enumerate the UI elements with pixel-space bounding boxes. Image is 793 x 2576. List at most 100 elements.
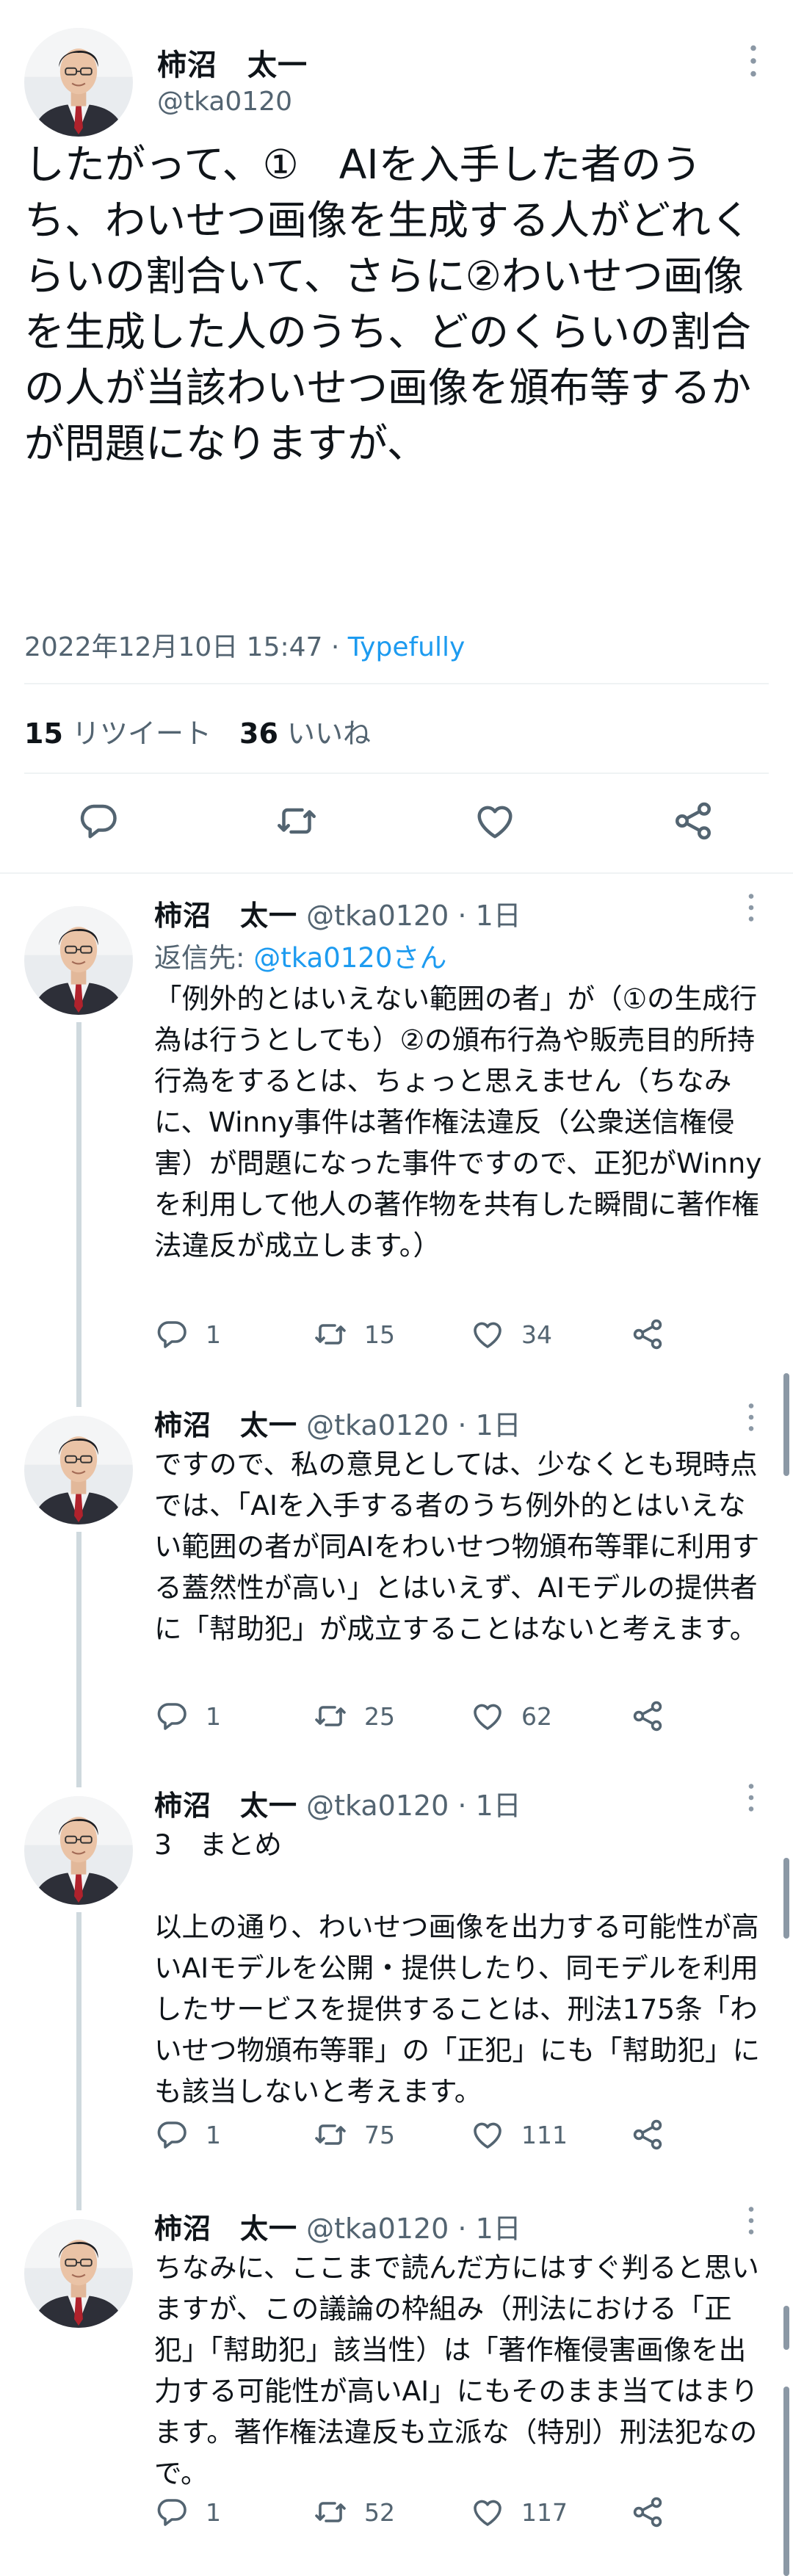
avatar[interactable] bbox=[24, 28, 133, 137]
more-icon[interactable] bbox=[739, 2204, 764, 2237]
reply-tweet[interactable]: 柿沼 太一 @tka0120 · 1日 ですので、私の意見としては、少なくとも現… bbox=[0, 1385, 793, 1765]
retweet-label: リツイート bbox=[71, 717, 211, 750]
reply-tweet[interactable]: 柿沼 太一 @tka0120 · 1日 返信先: @tka0120さん 「例外的… bbox=[0, 875, 793, 1385]
share-icon bbox=[630, 2494, 665, 2530]
reply-icon bbox=[154, 1317, 189, 1352]
author-handle[interactable]: @tka0120 bbox=[306, 1790, 449, 1822]
reply-text: 「例外的とはいえない範囲の者」が（①の生成行為は行うとしても）②の頒布行為や販売… bbox=[154, 983, 762, 1262]
retweet-stat[interactable]: 15 リツイート bbox=[24, 717, 211, 750]
reply-header: 柿沼 太一 @tka0120 · 1日 bbox=[154, 893, 521, 933]
share-icon bbox=[630, 1317, 665, 1352]
reply-button[interactable]: 1 bbox=[154, 1698, 221, 1734]
reply-count: 1 bbox=[206, 1701, 221, 1731]
reply-actions: 1 15 34 bbox=[154, 1316, 764, 1353]
share-button[interactable] bbox=[630, 2494, 665, 2530]
like-icon bbox=[470, 1698, 505, 1734]
replying-to: 返信先: @tka0120さん bbox=[154, 936, 446, 975]
source-app-link[interactable]: Typefully bbox=[348, 632, 466, 662]
more-icon[interactable] bbox=[739, 1401, 764, 1433]
retweet-icon bbox=[313, 1698, 348, 1734]
reply-button[interactable]: 1 bbox=[154, 2116, 221, 2153]
retweet-icon bbox=[313, 1317, 348, 1352]
reply-tweet[interactable]: 柿沼 太一 @tka0120 · 1日 ちなみに、ここまで読んだ方にはすぐ判ると… bbox=[0, 2188, 793, 2576]
like-stat[interactable]: 36 いいね bbox=[239, 717, 371, 750]
scrollbar[interactable] bbox=[783, 2387, 789, 2576]
author-handle[interactable]: @tka0120 bbox=[306, 1409, 449, 1441]
reply-icon bbox=[154, 2117, 189, 2152]
retweet-count: 15 bbox=[24, 717, 63, 750]
tweet-meta: 2022年12月10日 15:47 · Typefully bbox=[24, 626, 465, 664]
scrollbar[interactable] bbox=[783, 2306, 789, 2350]
reply-actions: 1 75 111 bbox=[154, 2116, 764, 2153]
author-handle[interactable]: @tka0120 bbox=[306, 2213, 449, 2245]
like-count: 62 bbox=[521, 1701, 552, 1731]
reply-header: 柿沼 太一 @tka0120 · 1日 bbox=[154, 2206, 521, 2246]
reply-tweet[interactable]: 柿沼 太一 @tka0120 · 1日 3 まとめ 以上の通り、わいせつ画像を出… bbox=[0, 1765, 793, 2188]
scrollbar[interactable] bbox=[783, 1858, 789, 1939]
share-button[interactable] bbox=[630, 1316, 665, 1353]
like-button[interactable]: 62 bbox=[470, 1698, 552, 1734]
retweet-icon bbox=[313, 2117, 348, 2152]
like-button[interactable]: 34 bbox=[470, 1316, 552, 1353]
share-icon[interactable] bbox=[671, 799, 715, 843]
replying-to-link[interactable]: @tka0120さん bbox=[253, 942, 446, 974]
divider bbox=[24, 773, 769, 774]
more-icon[interactable] bbox=[739, 891, 764, 924]
tweet-time[interactable]: · 1日 bbox=[449, 2213, 521, 2245]
author-name[interactable]: 柿沼 太一 bbox=[154, 1409, 297, 1441]
share-button[interactable] bbox=[630, 1698, 665, 1734]
more-icon[interactable] bbox=[739, 1781, 764, 1814]
like-icon bbox=[470, 1317, 505, 1352]
author-name[interactable]: 柿沼 太一 bbox=[154, 2213, 297, 2245]
like-count: 34 bbox=[521, 1320, 552, 1349]
share-button[interactable] bbox=[630, 2116, 665, 2153]
retweet-button[interactable]: 75 bbox=[313, 2116, 395, 2153]
reply-count: 1 bbox=[206, 2497, 221, 2527]
retweet-count: 52 bbox=[364, 2497, 395, 2527]
reply-button[interactable]: 1 bbox=[154, 2494, 221, 2530]
thread-line bbox=[76, 1385, 82, 1407]
retweet-button[interactable]: 15 bbox=[313, 1316, 395, 1353]
like-icon bbox=[470, 2494, 505, 2530]
reply-text: ちなみに、ここまで読んだ方にはすぐ判ると思いますが、この議論の枠組み（刑法におけ… bbox=[154, 2251, 759, 2489]
like-button[interactable]: 117 bbox=[470, 2494, 568, 2530]
reply-icon[interactable] bbox=[76, 799, 120, 843]
retweet-icon[interactable] bbox=[275, 799, 319, 843]
avatar[interactable] bbox=[24, 2219, 133, 2328]
like-button[interactable]: 111 bbox=[470, 2116, 568, 2153]
avatar[interactable] bbox=[24, 1416, 133, 1524]
reply-actions: 1 52 117 bbox=[154, 2494, 764, 2530]
share-icon bbox=[630, 1698, 665, 1734]
author-handle[interactable]: @tka0120 bbox=[306, 900, 449, 932]
reply-count: 1 bbox=[206, 2120, 221, 2149]
like-label: いいね bbox=[286, 717, 371, 750]
timestamp[interactable]: 2022年12月10日 15:47 bbox=[24, 632, 322, 662]
author-name[interactable]: 柿沼 太一 bbox=[154, 1790, 297, 1822]
thread-line bbox=[76, 1022, 82, 1385]
meta-separator: · bbox=[322, 632, 348, 662]
author-name[interactable]: 柿沼 太一 bbox=[154, 900, 297, 932]
retweet-button[interactable]: 52 bbox=[313, 2494, 395, 2530]
retweet-button[interactable]: 25 bbox=[313, 1698, 395, 1734]
avatar[interactable] bbox=[24, 1796, 133, 1905]
more-icon[interactable] bbox=[739, 43, 768, 79]
retweet-count: 25 bbox=[364, 1701, 395, 1731]
thread-line bbox=[76, 1765, 82, 1787]
tweet-time[interactable]: · 1日 bbox=[449, 1790, 521, 1822]
reply-button[interactable]: 1 bbox=[154, 1316, 221, 1353]
like-icon[interactable] bbox=[473, 799, 517, 843]
author-handle[interactable]: @tka0120 bbox=[157, 87, 292, 117]
like-icon bbox=[470, 2117, 505, 2152]
divider bbox=[0, 872, 793, 874]
author-name[interactable]: 柿沼 太一 bbox=[157, 41, 308, 84]
divider bbox=[24, 683, 769, 684]
tweet-time[interactable]: · 1日 bbox=[449, 900, 521, 932]
tweet-time[interactable]: · 1日 bbox=[449, 1409, 521, 1441]
reply-header: 柿沼 太一 @tka0120 · 1日 bbox=[154, 1783, 521, 1823]
avatar[interactable] bbox=[24, 906, 133, 1015]
retweet-count: 75 bbox=[364, 2120, 395, 2149]
reply-icon bbox=[154, 1698, 189, 1734]
tweet-text: したがって、① AIを入手した者のうち、わいせつ画像を生成する人がどれくらいの割… bbox=[24, 141, 752, 467]
thread-line bbox=[76, 1532, 82, 1765]
scrollbar[interactable] bbox=[783, 1373, 789, 1476]
